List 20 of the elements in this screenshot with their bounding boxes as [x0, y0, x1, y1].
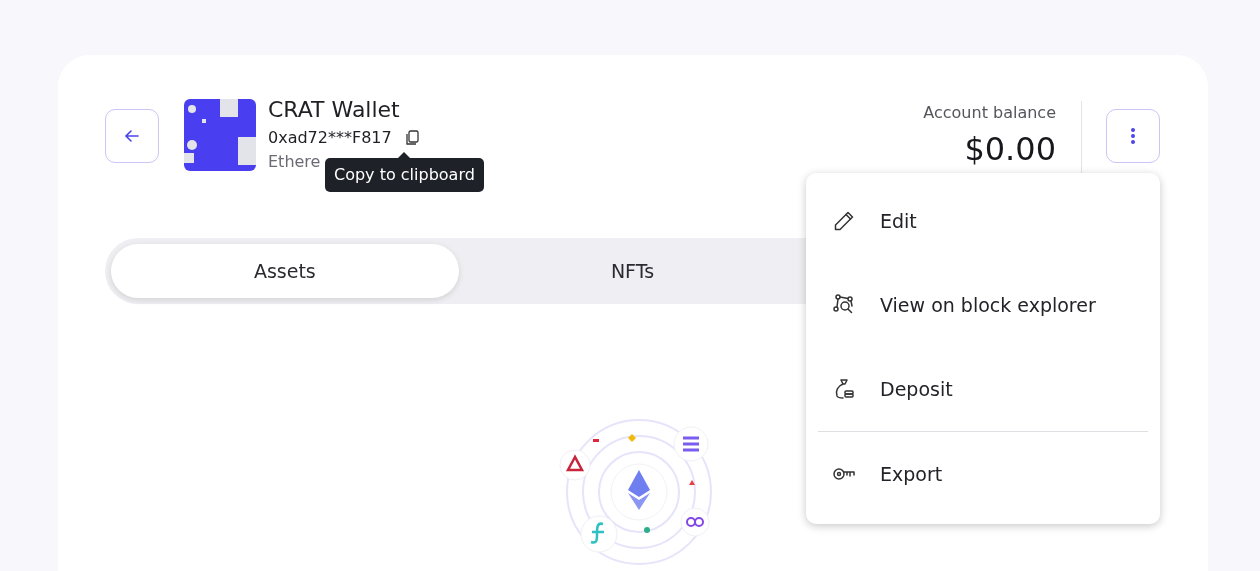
- wallet-address: 0xad72***F817: [268, 127, 392, 149]
- copy-icon[interactable]: [403, 130, 420, 146]
- more-options-button[interactable]: [1106, 109, 1160, 163]
- menu-item[interactable]: Edit: [818, 179, 1148, 263]
- tooltip-arrow-icon: [398, 152, 411, 158]
- wallet-network: Ethere: [268, 151, 321, 173]
- back-button[interactable]: [105, 109, 159, 163]
- kebab-menu-icon: [1130, 127, 1136, 145]
- tooltip: Copy to clipboard: [325, 158, 484, 192]
- tab[interactable]: NFTs: [458, 244, 807, 298]
- menu-item[interactable]: View on block explorer: [818, 263, 1148, 347]
- balance-label: Account balance: [923, 102, 1056, 124]
- pencil-icon: [832, 209, 856, 233]
- back-arrow-icon: [123, 127, 141, 145]
- wallet-avatar-icon: [184, 99, 256, 171]
- menu-item[interactable]: Deposit: [818, 347, 1148, 431]
- tab[interactable]: Assets: [111, 244, 459, 298]
- menu-item[interactable]: Export: [818, 432, 1148, 516]
- balance-amount: $0.00: [964, 129, 1056, 170]
- wallet-name: CRAT Wallet: [268, 96, 401, 124]
